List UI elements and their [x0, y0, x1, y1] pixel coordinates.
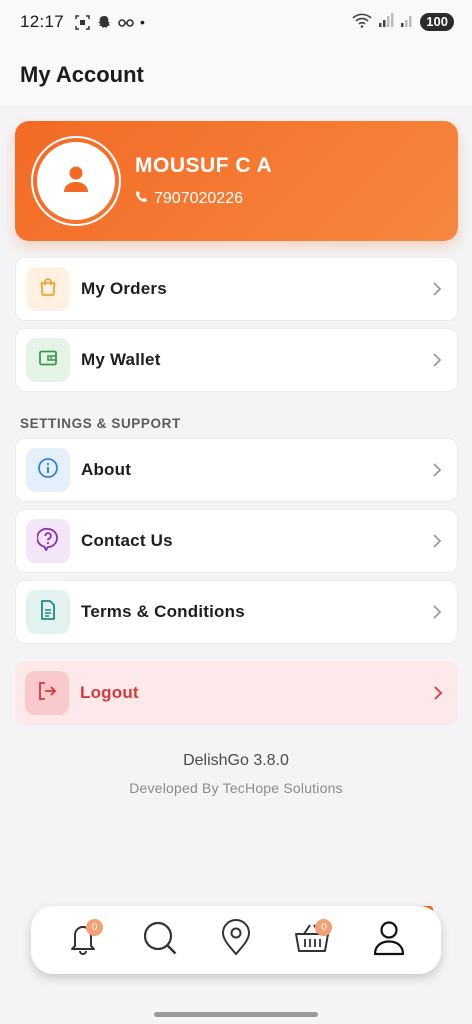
home-indicator[interactable] [154, 1012, 318, 1017]
signal-secondary-icon [400, 12, 414, 33]
page-header: My Account [0, 44, 472, 106]
wallet-icon-badge [26, 338, 70, 382]
profile-name: MOUSUF C A [135, 154, 273, 177]
search-icon [140, 918, 180, 963]
chevron-right-icon [431, 281, 443, 297]
signal-icon [378, 12, 394, 33]
about-icon-badge [26, 448, 70, 492]
profile-card[interactable]: MOUSUF C A 7907020226 [15, 121, 458, 241]
notification-count-badge: 0 [86, 919, 104, 936]
nav-notifications[interactable]: 0 [59, 916, 107, 964]
logout-icon-badge [25, 671, 69, 715]
menu-item-contact-us[interactable]: Contact Us [15, 509, 458, 573]
help-icon [36, 527, 59, 556]
chevron-right-icon [431, 604, 443, 620]
status-time: 12:17 [20, 12, 65, 31]
orders-icon-badge [26, 267, 70, 311]
avatar [31, 136, 121, 226]
nav-search[interactable] [136, 916, 184, 964]
chevron-right-icon [431, 352, 443, 368]
nav-account[interactable] [365, 916, 413, 964]
wifi-icon [352, 12, 372, 33]
info-icon [37, 457, 59, 484]
profile-info: MOUSUF C A 7907020226 [135, 154, 272, 208]
terms-icon-badge [26, 590, 70, 634]
nav-cart[interactable]: 0 [288, 916, 336, 964]
menu-item-label: My Orders [81, 279, 167, 298]
chevron-right-icon [431, 462, 443, 478]
profile-phone: 7907020226 [154, 190, 243, 207]
shopping-bag-icon [38, 277, 58, 302]
status-system-icons: 100 [352, 12, 454, 33]
phone-icon [135, 190, 148, 208]
menu-item-my-orders[interactable]: My Orders [15, 257, 458, 321]
menu-item-label: Terms & Conditions [81, 602, 245, 621]
chevron-right-icon [432, 685, 444, 701]
status-dot: • [140, 14, 145, 30]
developer-credit: Developed By TecHope Solutions [129, 780, 343, 796]
user-icon [60, 163, 92, 200]
screenshot-icon [74, 14, 90, 30]
status-bar: 12:17 • 100 [0, 0, 472, 44]
bottom-navigation: 0 0 [31, 906, 441, 974]
contact-icon-badge [26, 519, 70, 563]
nav-location[interactable] [212, 916, 260, 964]
user-icon [372, 919, 406, 962]
glasses-icon [118, 14, 134, 30]
menu-item-label: My Wallet [81, 350, 161, 369]
menu-item-terms-conditions[interactable]: Terms & Conditions [15, 580, 458, 644]
chevron-right-icon [431, 533, 443, 549]
app-version: DelishGo 3.8.0 [183, 752, 289, 769]
status-notification-icons: • [74, 14, 145, 30]
snapchat-icon [96, 14, 112, 30]
logout-button[interactable]: Logout [15, 661, 458, 725]
menu-item-label: About [81, 460, 132, 479]
logout-icon [36, 680, 58, 707]
profile-phone-row: 7907020226 [135, 190, 272, 208]
logout-label: Logout [80, 683, 139, 702]
wallet-icon [38, 348, 58, 373]
battery-indicator: 100 [420, 13, 454, 31]
menu-item-my-wallet[interactable]: My Wallet [15, 328, 458, 392]
menu-item-about[interactable]: About [15, 438, 458, 502]
page-title: My Account [20, 62, 144, 87]
document-icon [38, 599, 58, 626]
location-pin-icon [219, 918, 253, 962]
section-title-settings: SETTINGS & SUPPORT [20, 416, 181, 431]
menu-item-label: Contact Us [81, 531, 173, 550]
